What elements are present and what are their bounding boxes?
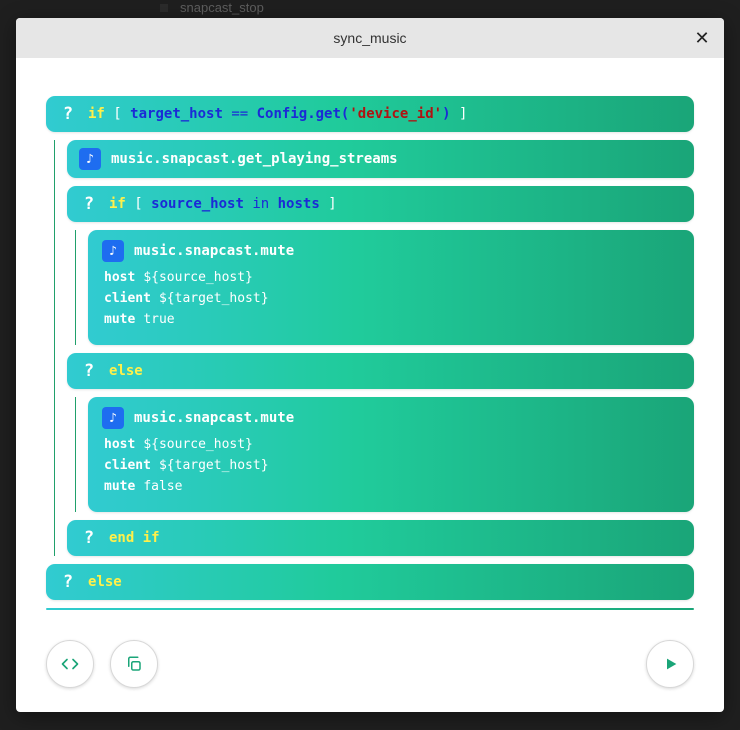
dialog: sync_music ✕ ? if [ target_host == Confi… <box>16 18 724 712</box>
else-block-outer[interactable]: ? else <box>46 564 694 600</box>
if-block-outer[interactable]: ? if [ target_host == Config.get('device… <box>46 96 694 132</box>
separator-line <box>46 608 694 610</box>
stop-icon <box>160 4 168 12</box>
keyword-else: else <box>88 574 122 590</box>
param-row: client ${target_host} <box>104 458 680 473</box>
param-row: mute false <box>104 479 680 494</box>
copy-button[interactable] <box>110 640 158 688</box>
nest-level-2a: ♪ music.snapcast.mute host ${source_host… <box>75 230 694 345</box>
endif-block-inner[interactable]: ? end if <box>67 520 694 556</box>
action-name: music.snapcast.get_playing_streams <box>111 151 398 167</box>
action-get-streams[interactable]: ♪ music.snapcast.get_playing_streams <box>67 140 694 178</box>
close-button[interactable]: ✕ <box>692 28 712 48</box>
condition-icon: ? <box>79 194 99 214</box>
background-list-item: snapcast_stop <box>160 0 264 15</box>
param-row: client ${target_host} <box>104 291 680 306</box>
play-icon <box>663 656 679 672</box>
music-icon: ♪ <box>102 240 124 262</box>
param-row: mute true <box>104 312 680 327</box>
music-icon: ♪ <box>79 148 101 170</box>
param-row: host ${source_host} <box>104 270 680 285</box>
param-list: host ${source_host} client ${target_host… <box>104 437 680 494</box>
action-name: music.snapcast.mute <box>134 410 294 426</box>
background-item-label: snapcast_stop <box>180 0 264 15</box>
music-icon: ♪ <box>102 407 124 429</box>
param-row: host ${source_host} <box>104 437 680 452</box>
keyword-endif: end if <box>109 530 160 546</box>
keyword-else: else <box>109 363 143 379</box>
keyword-if: if <box>88 106 105 122</box>
condition-icon: ? <box>79 361 99 381</box>
else-block-inner[interactable]: ? else <box>67 353 694 389</box>
code-button[interactable] <box>46 640 94 688</box>
keyword-if: if <box>109 196 126 212</box>
action-name: music.snapcast.mute <box>134 243 294 259</box>
condition-icon: ? <box>58 572 78 592</box>
close-icon: ✕ <box>694 29 709 47</box>
code-icon <box>61 655 79 673</box>
param-list: host ${source_host} client ${target_host… <box>104 270 680 327</box>
run-button[interactable] <box>646 640 694 688</box>
condition-icon: ? <box>79 528 99 548</box>
action-mute-true[interactable]: ♪ music.snapcast.mute host ${source_host… <box>88 230 694 345</box>
backdrop: snapcast_stop sync_music ✕ ? if [ target… <box>0 0 740 730</box>
copy-icon <box>125 655 143 673</box>
dialog-content: ? if [ target_host == Config.get('device… <box>16 58 724 712</box>
dialog-title: sync_music <box>333 30 406 46</box>
title-bar: sync_music ✕ <box>16 18 724 58</box>
if-block-inner[interactable]: ? if [ source_host in hosts ] <box>67 186 694 222</box>
nest-level-1: ♪ music.snapcast.get_playing_streams ? i… <box>54 140 694 556</box>
condition-icon: ? <box>58 104 78 124</box>
nest-level-2b: ♪ music.snapcast.mute host ${source_host… <box>75 397 694 512</box>
action-mute-false[interactable]: ♪ music.snapcast.mute host ${source_host… <box>88 397 694 512</box>
